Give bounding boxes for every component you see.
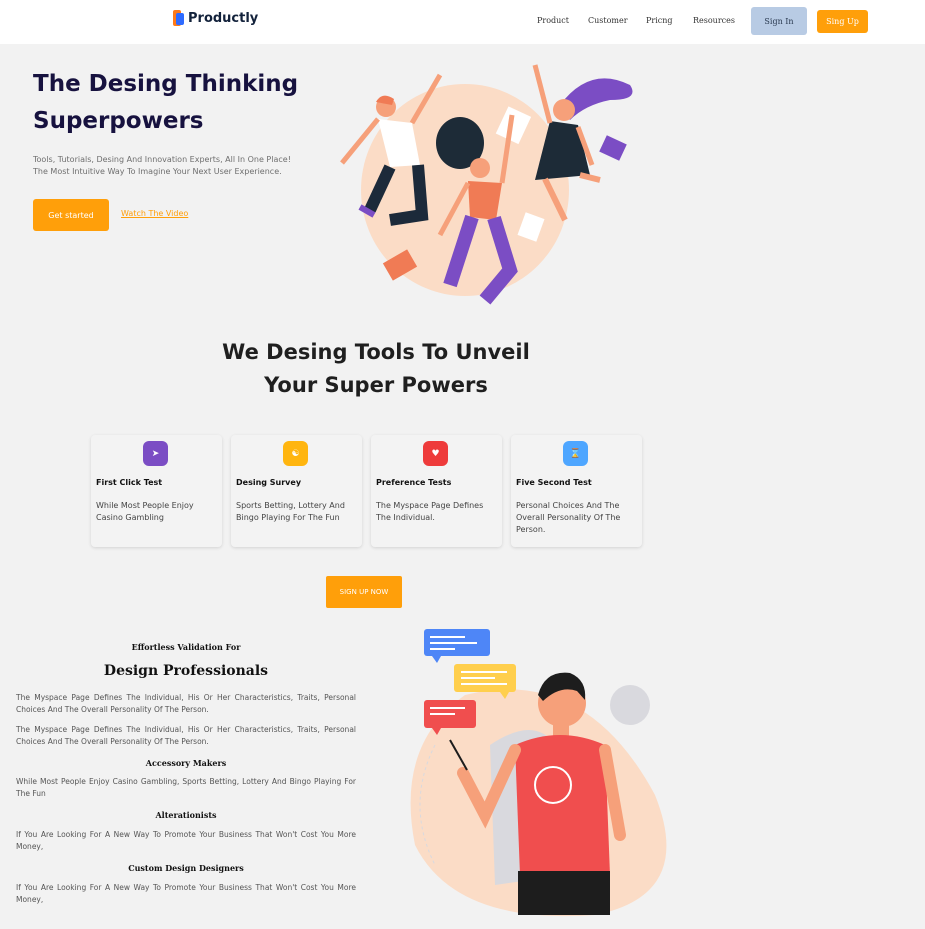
card-text: While Most People Enjoy Casino Gambling — [96, 501, 194, 522]
nav-link-customer[interactable]: Customer — [588, 16, 628, 25]
logo-icon — [173, 10, 185, 26]
hero-subtitle-line-2: The Most Intuitive Way To Imagine Your N… — [33, 167, 282, 176]
watch-video-link[interactable]: Watch The Video — [121, 209, 188, 218]
nav-link-product[interactable]: Product — [537, 16, 569, 25]
card-title: First Click Test — [96, 478, 163, 487]
feature-card-first-click[interactable]: ➤ First Click Test While Most People Enj… — [91, 435, 222, 547]
accessory-makers-heading: Accessory Makers — [145, 758, 227, 768]
tools-section-title: We Desing Tools To Unveil Your Super Pow… — [180, 336, 572, 402]
accessory-makers-text: While Most People Enjoy Casino Gambling,… — [16, 777, 356, 798]
heart-icon: ♥ — [423, 441, 448, 466]
get-started-button[interactable]: Get started — [33, 199, 109, 231]
custom-design-heading: Custom Design Designers — [128, 863, 244, 873]
card-text: The Myspace Page Defines The Individual. — [376, 501, 484, 522]
card-title: Preference Tests — [376, 478, 452, 487]
navbar: Productly Product Customer Pricng Resour… — [0, 0, 925, 44]
custom-design-text: If You Are Looking For A New Way To Prom… — [16, 883, 356, 904]
card-title: Desing Survey — [236, 478, 302, 487]
brand-logo[interactable]: Productly — [173, 10, 258, 26]
nav-link-pricing[interactable]: Pricng — [646, 16, 673, 25]
nav-link-resources[interactable]: Resources — [693, 16, 735, 25]
tools-title-line-1: We Desing Tools To Unveil — [222, 340, 530, 364]
alterationists-text: If You Are Looking For A New Way To Prom… — [16, 830, 356, 851]
feature-card-five-second-test[interactable]: ⌛ Five Second Test Personal Choices And … — [511, 435, 642, 547]
validation-eyebrow: Effortless Validation For — [131, 642, 241, 652]
hero-title-line-1: The Desing Thinking — [33, 71, 299, 97]
validation-paragraph-2: The Myspace Page Defines The Individual,… — [16, 725, 356, 746]
validation-title: Design Professionals — [103, 663, 269, 679]
feature-card-preference-tests[interactable]: ♥ Preference Tests The Myspace Page Defi… — [371, 435, 502, 547]
sign-up-now-button[interactable]: SIGN UP NOW — [326, 576, 402, 608]
designer-chat-illustration — [410, 629, 667, 917]
cursor-icon: ➤ — [143, 441, 168, 466]
hero-title-line-2: Superpowers — [33, 108, 204, 134]
survey-icon: ☯ — [283, 441, 308, 466]
alterationists-heading: Alterationists — [155, 810, 217, 820]
validation-paragraph-1: The Myspace Page Defines The Individual,… — [16, 693, 356, 714]
card-text: Personal Choices And The Overall Persona… — [516, 501, 621, 534]
hero-subtitle-line-1: Tools, Tutorials, Desing And Innovation … — [33, 155, 291, 164]
brand-name: Productly — [188, 10, 259, 26]
hero-title: The Desing Thinking Superpowers — [33, 66, 333, 140]
hero-subtitle: Tools, Tutorials, Desing And Innovation … — [33, 154, 333, 178]
tools-title-line-2: Your Super Powers — [264, 373, 488, 397]
sign-in-button[interactable]: Sign In — [751, 7, 807, 35]
hourglass-icon: ⌛ — [563, 441, 588, 466]
card-text: Sports Betting, Lottery And Bingo Playin… — [236, 501, 345, 522]
jumping-people-illustration — [340, 64, 633, 305]
sign-up-button[interactable]: Sing Up — [817, 10, 868, 33]
card-title: Five Second Test — [516, 478, 592, 487]
feature-card-design-survey[interactable]: ☯ Desing Survey Sports Betting, Lottery … — [231, 435, 362, 547]
